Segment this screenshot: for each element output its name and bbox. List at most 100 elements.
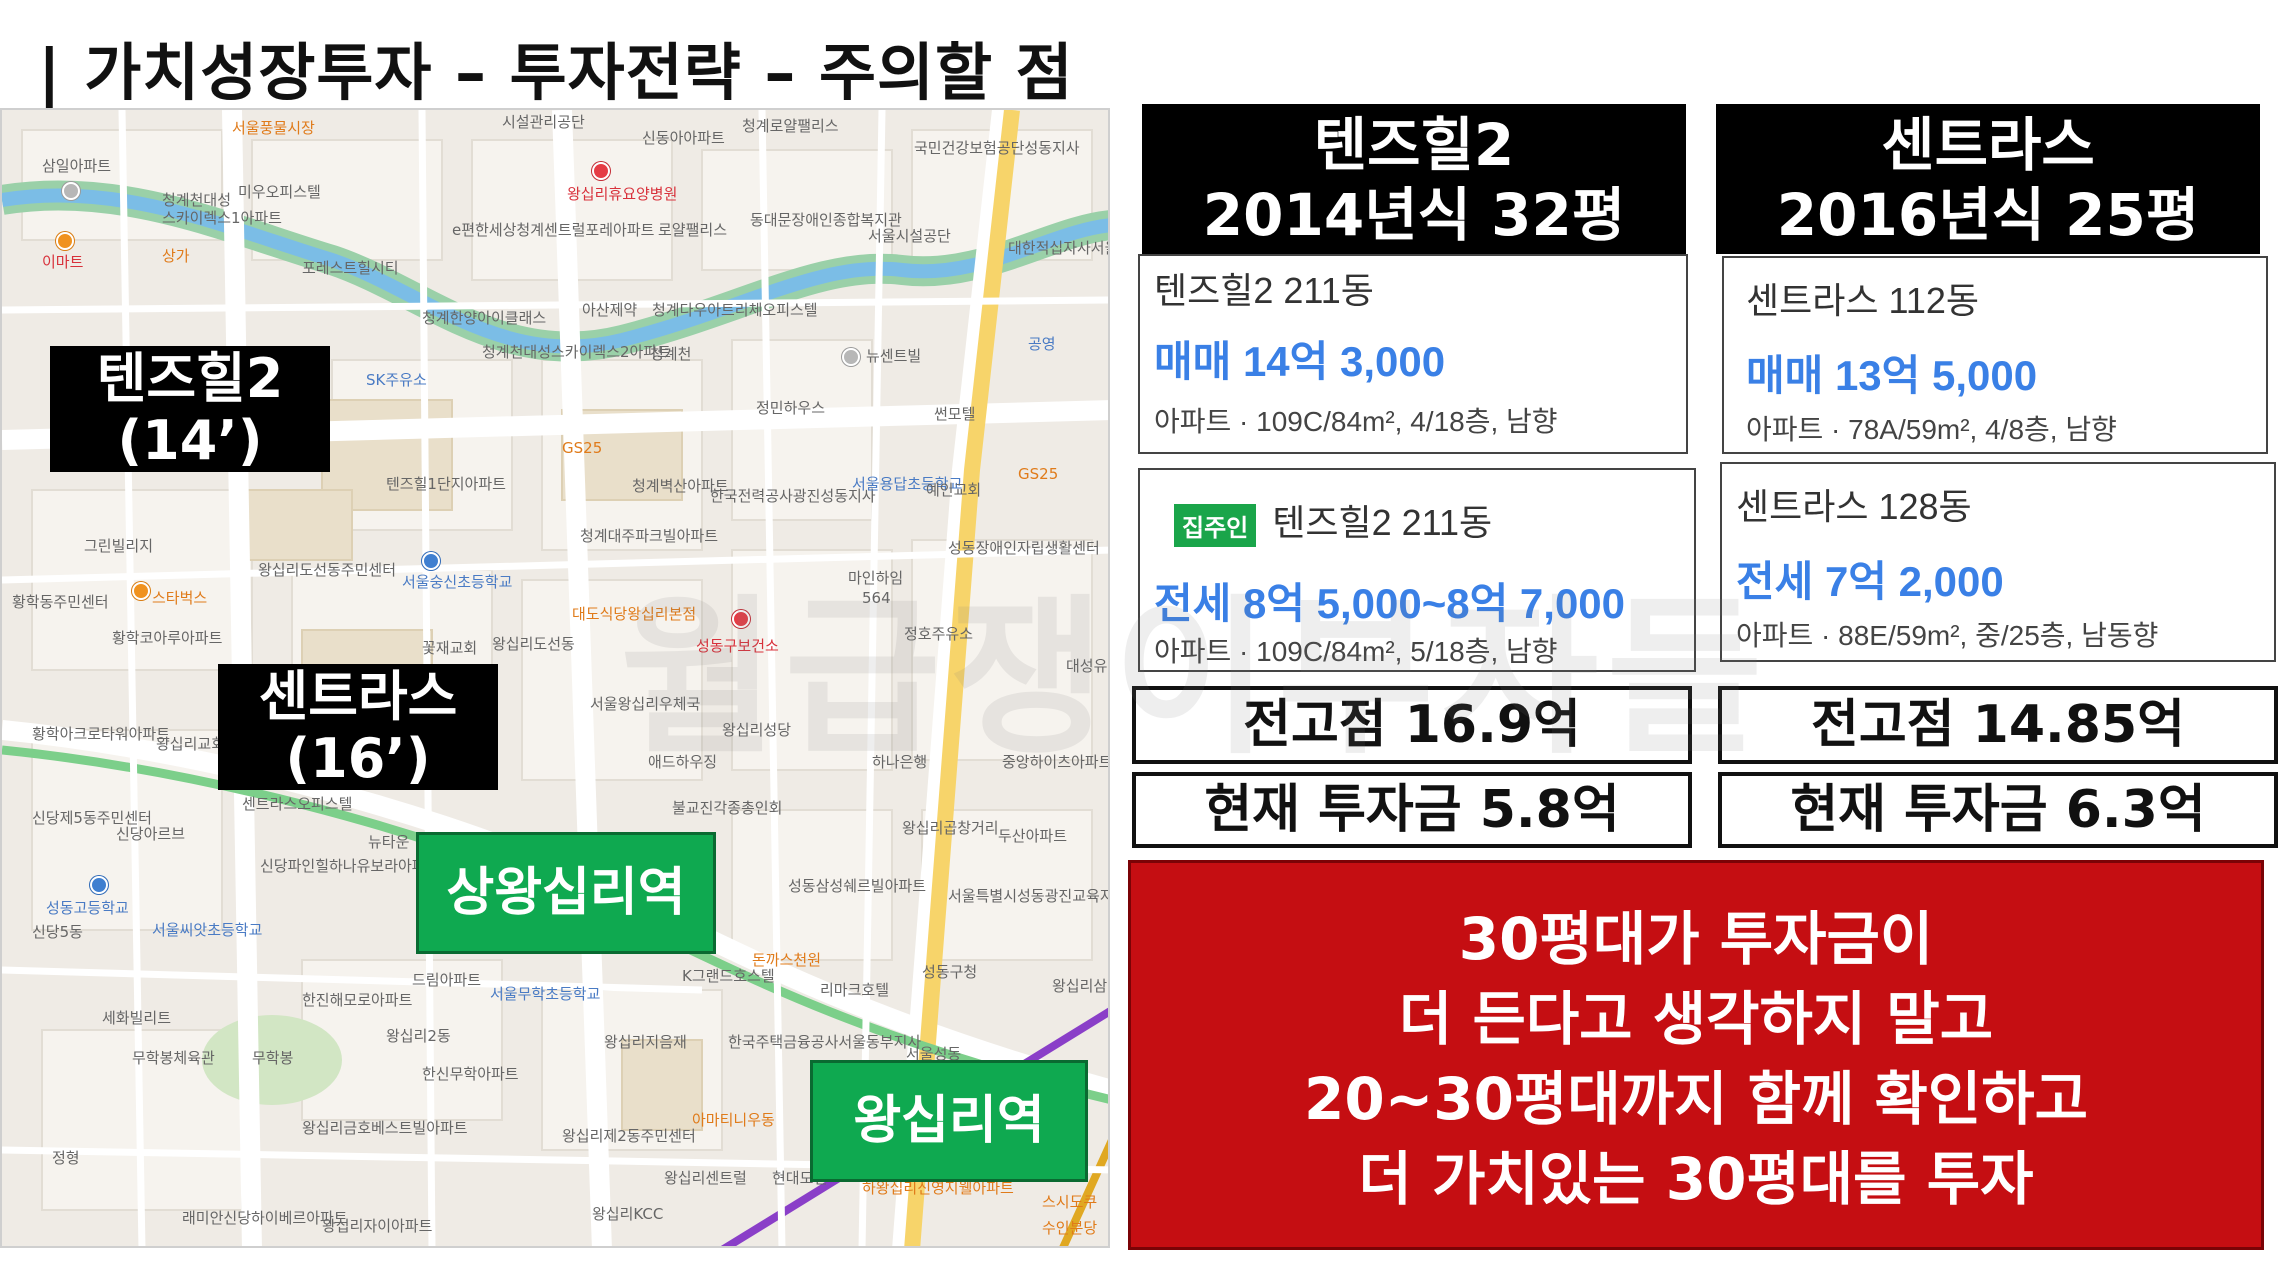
current-investment: 현재 투자금 6.3억 [1718,772,2278,848]
poi: 대한적십자사서울특별지사 [1008,239,1108,257]
poi: 아산제약 [582,301,638,319]
listing-price: 전세 7억 2,000 [1736,558,2004,605]
header-name: 센트라스 [1881,111,2095,179]
poi: 왕십리자이아파트 [322,1217,433,1235]
map-tag-name: 센트라스 [258,665,458,728]
poi: 상가 [162,247,190,265]
poi: K그랜드호스텔 [682,967,775,985]
poi: 드림아파트 [412,971,482,989]
poi: 성동삼성쉐르빌아파트 [788,877,927,895]
poi: 왕십리도선동 [492,635,575,653]
poi: 왕십리휴요양병원 [567,185,678,203]
map-pin-icon [56,232,74,250]
listing-name: 센트라스 128동 [1736,486,1972,527]
conclusion-line: 더 가치있는 30평대를 투자 [1358,1145,2034,1213]
station-label-sangwangsimni[interactable]: 상왕십리역 [416,832,716,954]
poi: 삼일아파트 [42,157,112,175]
poi: e편한세상청계센트럴포레아파트 [452,221,655,239]
school-icon [90,876,108,894]
poi: 스타벅스 [152,589,208,607]
poi: 왕십리곱창거리 [902,819,999,837]
conclusion-line: 20~30평대까지 함께 확인하고 [1303,1065,2088,1133]
school-icon [422,552,440,570]
poi: 청계천대성스카이렉스2아파트 [482,343,671,361]
poi: 무학봉 [252,1049,294,1067]
poi: 청계천 [650,345,692,363]
poi: 왕십리교회 [156,735,226,753]
poi: GS25 [1018,465,1059,483]
column-header-centras: 센트라스 2016년식 25평 [1716,104,2260,254]
poi: 청계로얄팰리스 [742,117,839,135]
poi: 공영 [1028,335,1056,353]
poi: 뉴타운 [368,833,410,851]
conclusion-box: 30평대가 투자금이 더 든다고 생각하지 말고 20~30평대까지 함께 확인… [1128,860,2264,1250]
poi: 청계한양아이클래스 [422,309,547,327]
cafe-icon [132,582,150,600]
listing-name: 텐즈힐2 211동 [1154,270,1374,311]
poi: 서울특별시성동광진교육지원청 [948,887,1108,905]
poi: 시설관리공단 [502,113,585,131]
poi: 미우오피스텔 [238,183,321,201]
poi: 왕십리금호베스트빌아파트 [302,1119,468,1137]
poi: 뉴센트빌 [866,347,922,365]
poi: 청계천대성 [162,191,232,209]
poi: 서울풍물시장 [232,119,315,137]
poi: 청계다우아트리체오피스텔 [652,301,818,319]
map-tag-centras[interactable]: 센트라스 (16’) [218,664,498,790]
map-pin-icon [62,182,80,200]
watermark: 월급쟁이부자들 [620,580,1771,778]
poi: 왕십리제2동주민센터 [562,1127,696,1145]
hospital-icon [592,162,610,180]
listing-detail: 아파트 · 109C/84m², 4/18층, 남향 [1154,406,1558,437]
listing-detail: 아파트 · 78A/59m², 4/8층, 남향 [1746,414,2117,445]
sale-listing-card[interactable]: 텐즈힐2 211동 매매 14억 3,000 아파트 · 109C/84m², … [1138,254,1688,454]
poi: 신당아르브 [116,825,186,843]
poi: 서울무학초등학교 [490,985,601,1003]
poi: 왕십리도선동주민센터 [258,561,397,579]
poi: 두산아파트 [998,827,1068,845]
poi: 포레스트힐시티 [302,259,399,277]
map-pin-icon [842,348,860,366]
poi: 왕십리2동 [386,1027,451,1045]
header-spec: 2014년식 32평 [1202,181,1626,249]
map-tag-year: (16’) [285,727,431,790]
peak-price: 전고점 14.85억 [1718,686,2278,764]
poi: 정형 [52,1149,80,1167]
poi: 성동고등학교 [46,899,129,917]
poi: 무학봉체육관 [132,1049,215,1067]
poi: 텐즈힐1단지아파트 [386,475,506,493]
poi: 한국주택금융공사서울동부지사 [728,1033,922,1051]
poi: 이마트 [42,253,84,271]
listing-price: 매매 14억 3,000 [1154,338,1446,385]
map-tag-tenzhill[interactable]: 텐즈힐2 (14’) [50,346,330,472]
poi: 황학아크로타워아파트 [32,725,171,743]
header-name: 텐즈힐2 [1313,111,1515,179]
poi: 한신무학아파트 [422,1065,519,1083]
poi: 왕십리KCC [592,1205,664,1223]
sale-listing-card[interactable]: 센트라스 112동 매매 13억 5,000 아파트 · 78A/59m², 4… [1722,256,2268,454]
poi: 왕십리삼성쉐르빌 [1052,977,1108,995]
header-spec: 2016년식 25평 [1776,181,2200,249]
poi: 예인교회 [926,481,982,499]
poi: 수인분당 [1042,1219,1098,1237]
lease-listing-card[interactable]: 센트라스 128동 전세 7억 2,000 아파트 · 88E/59m², 중/… [1720,462,2276,662]
page-title: | 가치성장투자 – 투자전략 – 주의할 점 [38,36,1074,109]
poi: 리마크호텔 [820,981,890,999]
listing-price: 매매 13억 5,000 [1746,352,2038,399]
station-label-wangsimni[interactable]: 왕십리역 [810,1060,1088,1182]
listing-name: 텐즈힐2 211동 [1272,502,1493,543]
column-header-tenzhill: 텐즈힐2 2014년식 32평 [1142,104,1686,254]
poi: 스시도쿠 [1042,1193,1098,1211]
poi: 세화빌리트 [102,1009,172,1027]
poi: 꽃재교회 [422,639,478,657]
poi: 왕십리지음재 [604,1033,687,1051]
poi: SK주유소 [366,371,427,389]
poi: 센트라스오피스텔 [242,795,353,813]
poi: 서울씨앗초등학교 [152,921,263,939]
poi: 썬모텔 [934,405,976,423]
listing-name: 센트라스 112동 [1746,280,1979,321]
poi: 정민하우스 [756,399,826,417]
map-tag-year: (14’) [117,409,263,472]
conclusion-line: 더 든다고 생각하지 말고 [1398,985,1994,1053]
poi: 국민건강보험공단성동지사 [914,139,1080,157]
